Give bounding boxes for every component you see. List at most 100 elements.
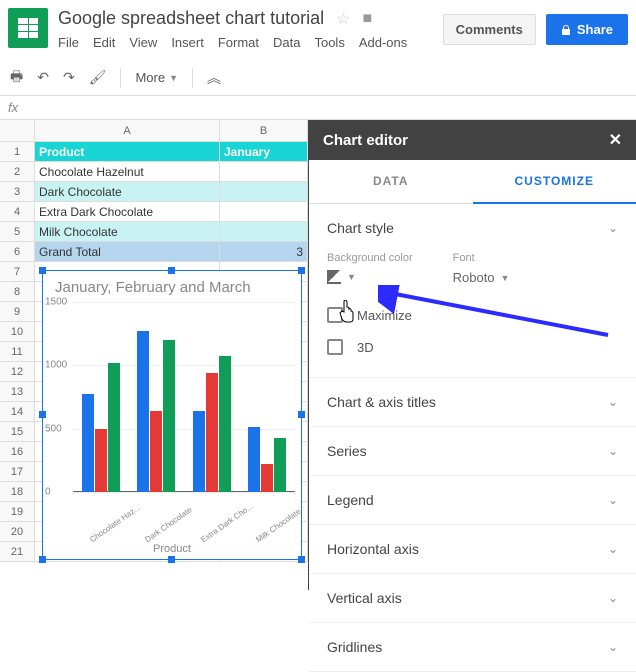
bg-color-label: Background color: [327, 252, 413, 264]
folder-icon[interactable]: ■: [363, 10, 373, 28]
row-header[interactable]: 19: [0, 502, 35, 522]
menu-file[interactable]: File: [58, 35, 79, 50]
undo-icon[interactable]: ↶: [37, 69, 49, 86]
resize-handle[interactable]: [298, 556, 305, 563]
resize-handle[interactable]: [39, 556, 46, 563]
chevron-down-icon: ⌄: [608, 591, 618, 605]
row-header[interactable]: 17: [0, 462, 35, 482]
cell[interactable]: Product: [35, 142, 220, 162]
menu-data[interactable]: Data: [273, 35, 300, 50]
resize-handle[interactable]: [39, 411, 46, 418]
resize-handle[interactable]: [298, 267, 305, 274]
row-header[interactable]: 8: [0, 282, 35, 302]
row-header[interactable]: 21: [0, 542, 35, 562]
section-gridlines[interactable]: Gridlines⌄: [309, 623, 636, 671]
row-header[interactable]: 10: [0, 322, 35, 342]
chart-title: January, February and March: [43, 271, 301, 296]
cell[interactable]: 3: [220, 242, 308, 262]
fx-label: fx: [8, 100, 18, 115]
chevron-down-icon: ⌄: [608, 493, 618, 507]
cell[interactable]: Milk Chocolate: [35, 222, 220, 242]
row-header[interactable]: 12: [0, 362, 35, 382]
chevron-down-icon: ⌄: [608, 542, 618, 556]
tab-data[interactable]: DATA: [309, 160, 473, 204]
section-chart-style[interactable]: Chart style ⌄: [309, 204, 636, 252]
comments-button[interactable]: Comments: [443, 14, 536, 45]
chevron-down-icon: ⌄: [608, 444, 618, 458]
row-header[interactable]: 14: [0, 402, 35, 422]
section-legend[interactable]: Legend⌄: [309, 476, 636, 524]
menu-edit[interactable]: Edit: [93, 35, 115, 50]
fill-icon: [327, 270, 341, 284]
menu-format[interactable]: Format: [218, 35, 259, 50]
bg-color-picker[interactable]: ▼: [327, 270, 413, 284]
font-label: Font: [453, 252, 510, 264]
row-header[interactable]: 11: [0, 342, 35, 362]
row-header[interactable]: 16: [0, 442, 35, 462]
select-all-corner[interactable]: [0, 120, 35, 142]
print-icon[interactable]: 🖶: [10, 66, 23, 90]
collapse-icon[interactable]: ︽: [207, 68, 221, 88]
chevron-down-icon: ⌄: [608, 395, 618, 409]
resize-handle[interactable]: [39, 267, 46, 274]
cell[interactable]: Extra Dark Chocolate: [35, 202, 220, 222]
cell[interactable]: [220, 222, 308, 242]
menu-tools[interactable]: Tools: [314, 35, 344, 50]
sheets-logo: [8, 8, 48, 48]
section-horizontal-axis[interactable]: Horizontal axis⌄: [309, 525, 636, 573]
share-button[interactable]: Share: [546, 14, 628, 45]
star-icon[interactable]: ☆: [336, 9, 350, 29]
section-vertical-axis[interactable]: Vertical axis⌄: [309, 574, 636, 622]
cell[interactable]: January: [220, 142, 308, 162]
chart-editor-panel: Chart editor ✕ DATA CUSTOMIZE Chart styl…: [308, 120, 636, 590]
3d-checkbox[interactable]: [327, 339, 343, 355]
cell[interactable]: [220, 202, 308, 222]
resize-handle[interactable]: [168, 556, 175, 563]
menu-view[interactable]: View: [129, 35, 157, 50]
row-header[interactable]: 3: [0, 182, 35, 202]
cell[interactable]: Chocolate Hazelnut: [35, 162, 220, 182]
row-header[interactable]: 1: [0, 142, 35, 162]
row-header[interactable]: 5: [0, 222, 35, 242]
chart-plot-area: 050010001500: [73, 302, 295, 492]
section-series[interactable]: Series⌄: [309, 427, 636, 475]
chevron-down-icon: ⌄: [608, 221, 618, 235]
cell[interactable]: [220, 182, 308, 202]
resize-handle[interactable]: [168, 267, 175, 274]
chevron-down-icon: ▼: [501, 273, 510, 283]
doc-title[interactable]: Google spreadsheet chart tutorial: [58, 8, 324, 29]
redo-icon[interactable]: ↷: [63, 69, 75, 86]
chevron-down-icon: ▼: [347, 272, 356, 282]
row-header[interactable]: 15: [0, 422, 35, 442]
3d-label: 3D: [357, 340, 374, 355]
col-header-a[interactable]: A: [35, 120, 220, 142]
col-header-b[interactable]: B: [220, 120, 308, 142]
row-header[interactable]: 18: [0, 482, 35, 502]
embedded-chart[interactable]: January, February and March 050010001500…: [42, 270, 302, 560]
row-header[interactable]: 20: [0, 522, 35, 542]
chevron-down-icon: ⌄: [608, 640, 618, 654]
paint-format-icon[interactable]: 🖌: [89, 69, 107, 86]
menu-insert[interactable]: Insert: [171, 35, 204, 50]
row-header[interactable]: 4: [0, 202, 35, 222]
chart-x-axis-title: Product: [43, 543, 301, 555]
close-icon[interactable]: ✕: [609, 130, 622, 150]
section-chart-axis-titles[interactable]: Chart & axis titles⌄: [309, 378, 636, 426]
row-header[interactable]: 9: [0, 302, 35, 322]
row-header[interactable]: 13: [0, 382, 35, 402]
row-header[interactable]: 7: [0, 262, 35, 282]
maximize-checkbox[interactable]: [327, 307, 343, 323]
toolbar-more[interactable]: More ▼: [135, 70, 178, 85]
spreadsheet[interactable]: A B 1ProductJanuary2Chocolate Hazelnut3D…: [0, 120, 308, 590]
row-header[interactable]: 2: [0, 162, 35, 182]
cell[interactable]: [220, 162, 308, 182]
menu-addons[interactable]: Add-ons: [359, 35, 407, 50]
row-header[interactable]: 6: [0, 242, 35, 262]
resize-handle[interactable]: [298, 411, 305, 418]
cell[interactable]: Grand Total: [35, 242, 220, 262]
font-picker[interactable]: Roboto ▼: [453, 270, 510, 285]
tab-customize[interactable]: CUSTOMIZE: [473, 160, 636, 204]
panel-title: Chart editor: [323, 132, 408, 149]
cell[interactable]: Dark Chocolate: [35, 182, 220, 202]
lock-icon: [561, 25, 571, 35]
